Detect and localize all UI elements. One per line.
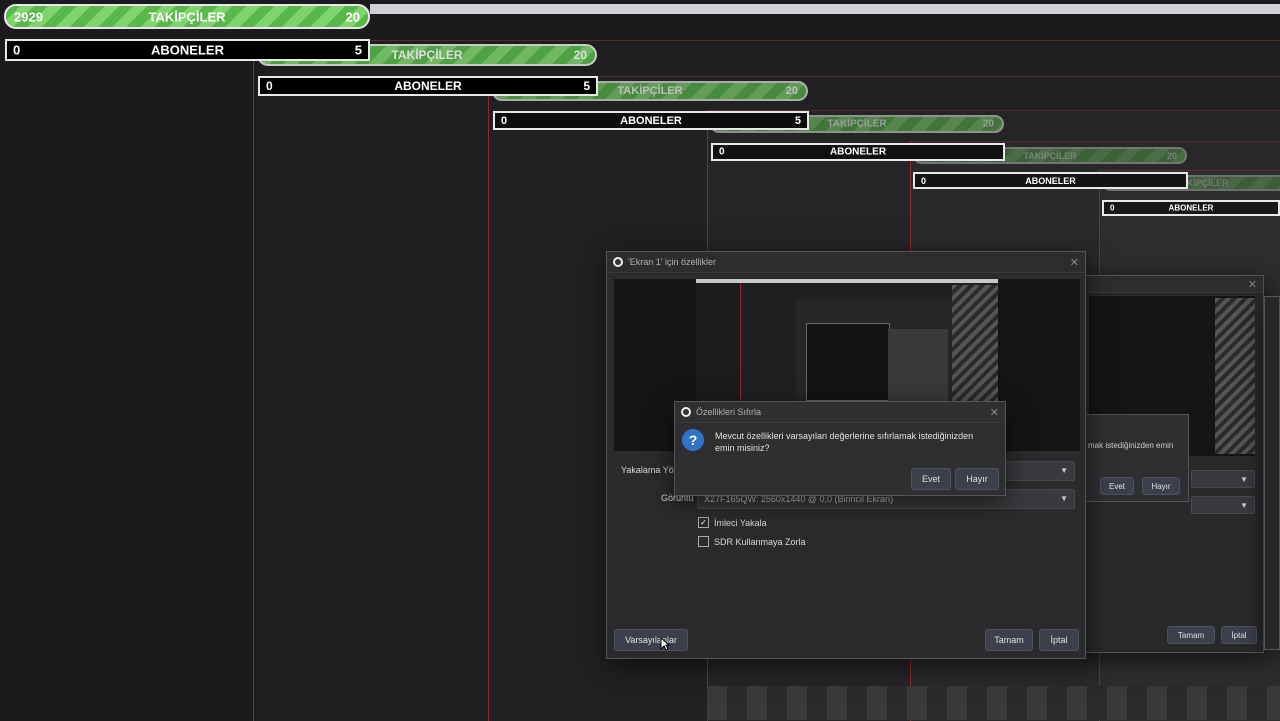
- force-sdr-checkbox[interactable]: SDR Kullanmaya Zorla: [698, 536, 806, 547]
- subscribers-label: ABONELER: [620, 114, 682, 127]
- yes-button[interactable]: Evet: [911, 468, 951, 490]
- mirrored-cancel-button: İptal: [1221, 626, 1257, 644]
- followers-goal: 20: [345, 9, 360, 24]
- checkbox-unchecked-icon: [698, 536, 709, 547]
- subscribers-box: 0 ABONELER: [913, 172, 1188, 189]
- subscribers-label: ABONELER: [151, 42, 224, 58]
- capture-method-select[interactable]: ▼: [995, 461, 1075, 481]
- subscribers-label: ABONELER: [394, 79, 462, 93]
- close-icon[interactable]: ✕: [1070, 256, 1079, 269]
- followers-goal: 20: [785, 85, 798, 97]
- subscribers-box: 0 ABONELER 5: [5, 39, 370, 61]
- top-strip: [370, 4, 1280, 14]
- obs-logo-icon: [613, 257, 623, 267]
- mirrored-yes-button: Evet: [1100, 477, 1134, 495]
- capture-method-label: Yakalama Yön: [621, 465, 679, 475]
- followers-progress-bar: 2929 TAKİPÇİLER 20: [4, 4, 370, 29]
- mirrored-reset-dialog: mak istediğinizden emin Evet Hayır: [1083, 414, 1189, 502]
- subscribers-goal: 5: [583, 79, 590, 93]
- mirrored-select: ▼: [1191, 496, 1255, 514]
- followers-goal: 20: [573, 48, 587, 62]
- close-icon: ✕: [1247, 278, 1257, 291]
- subscribers-goal: 5: [794, 114, 801, 127]
- capture-cursor-label: İmleci Yakala: [714, 517, 767, 528]
- mirrored-no-button: Hayır: [1142, 477, 1180, 495]
- subscribers-box: 0 ABONELER 5: [493, 111, 809, 130]
- mirrored-dialog-edge: [1264, 296, 1280, 650]
- reset-message: Mevcut özellikleri varsayılan değerlerin…: [715, 431, 974, 453]
- chevron-down-icon: ▼: [1060, 466, 1068, 475]
- cancel-button[interactable]: İptal: [1039, 629, 1079, 651]
- mouse-cursor-icon: [660, 637, 670, 651]
- mirrored-select: ▼: [1191, 470, 1255, 488]
- properties-titlebar[interactable]: 'Ekran 1' için özellikler ✕: [607, 252, 1085, 273]
- subscribers-label: ABONELER: [829, 146, 887, 158]
- mirrored-properties-dialog: ✕ mak istediğinizden emin Evet Hayır ▼ ▼…: [1082, 275, 1264, 653]
- defaults-button[interactable]: Varsayılanlar: [614, 629, 688, 651]
- no-button[interactable]: Hayır: [955, 468, 999, 490]
- reset-titlebar[interactable]: Özellikleri Sıfırla ✕: [675, 402, 1005, 423]
- chevron-down-icon: ▼: [1060, 494, 1068, 503]
- subscribers-box: 0 ABONELER: [711, 143, 1005, 161]
- question-icon: ?: [682, 429, 704, 451]
- ok-button[interactable]: Tamam: [985, 629, 1033, 651]
- subscribers-label: ABONELER: [1025, 175, 1076, 186]
- checker-floor: [707, 686, 1280, 720]
- reset-properties-dialog: Özellikleri Sıfırla ✕ ? Mevcut özellikle…: [674, 401, 1006, 496]
- checkbox-checked-icon: ✓: [698, 517, 709, 528]
- subscribers-box: 0 ABONELER: [1102, 200, 1280, 216]
- properties-title: 'Ekran 1' için özellikler: [628, 257, 716, 267]
- close-icon[interactable]: ✕: [990, 406, 999, 419]
- subscribers-goal: 5: [354, 42, 362, 58]
- obs-logo-icon: [681, 407, 691, 417]
- force-sdr-label: SDR Kullanmaya Zorla: [714, 536, 806, 547]
- capture-cursor-checkbox[interactable]: ✓ İmleci Yakala: [698, 517, 767, 528]
- subscribers-label: ABONELER: [1168, 203, 1214, 213]
- followers-goal: 20: [982, 118, 994, 130]
- reset-title: Özellikleri Sıfırla: [696, 407, 762, 417]
- mirrored-reset-message: mak istediğinizden emin: [1088, 441, 1174, 450]
- followers-goal: 20: [1166, 150, 1177, 161]
- subscribers-box: 0 ABONELER 5: [258, 76, 598, 96]
- mirrored-ok-button: Tamam: [1167, 626, 1215, 644]
- followers-label: TAKİPÇİLER: [148, 9, 226, 24]
